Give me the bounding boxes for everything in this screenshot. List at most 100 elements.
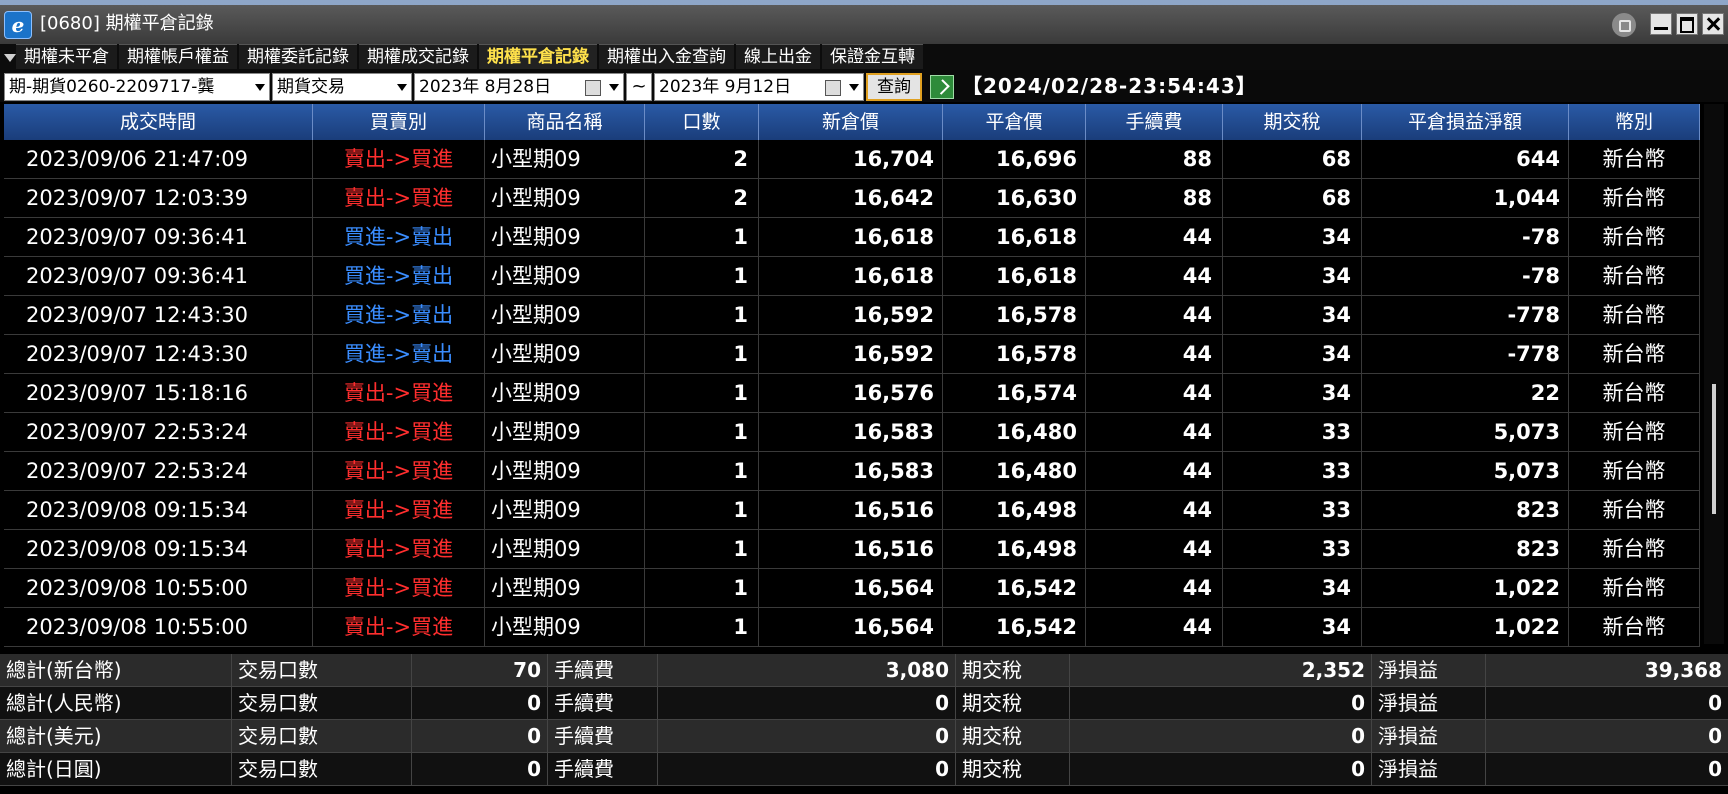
scrollbar-thumb[interactable]	[1712, 384, 1716, 514]
table-cell: 44	[1086, 569, 1223, 607]
tab-3[interactable]: 期權成交記錄	[359, 44, 477, 69]
date-to-picker[interactable]: 2023年 9月12日	[654, 73, 864, 101]
column-header[interactable]: 幣別	[1569, 104, 1700, 140]
table-cell: 新台幣	[1569, 452, 1700, 490]
table-cell: 16,542	[943, 569, 1086, 607]
totals-fee-label: 手續費	[548, 720, 658, 752]
column-header[interactable]: 平倉價	[943, 104, 1086, 140]
calendar-icon	[825, 80, 841, 96]
date-from-picker[interactable]: 2023年 8月28日	[414, 73, 624, 101]
table-row[interactable]: 2023/09/07 22:53:24 賣出->買進 小型期09 1 16,583 16,…	[4, 452, 1700, 491]
table-cell: 買進->賣出	[313, 257, 485, 295]
table-cell: 1	[645, 374, 759, 412]
totals-label: 總計(日圓)	[0, 753, 232, 785]
totals-tax: 0	[1070, 687, 1372, 719]
tab-7[interactable]: 保證金互轉	[822, 44, 923, 69]
table-cell: 買進->賣出	[313, 218, 485, 256]
table-cell: 34	[1223, 335, 1362, 373]
table-cell: 16,574	[943, 374, 1086, 412]
table-cell: 新台幣	[1569, 608, 1700, 646]
table-row[interactable]: 2023/09/07 09:36:41 買進->賣出 小型期09 1 16,618 16,…	[4, 218, 1700, 257]
table-cell: 44	[1086, 218, 1223, 256]
column-header[interactable]: 買賣別	[313, 104, 485, 140]
table-cell: 16,704	[759, 140, 943, 178]
column-header[interactable]: 手續費	[1086, 104, 1223, 140]
tab-6[interactable]: 線上出金	[736, 44, 820, 69]
tab-4[interactable]: 期權平倉記錄	[479, 44, 597, 69]
table-cell: 68	[1223, 140, 1362, 178]
vertical-scrollbar[interactable]	[1704, 104, 1724, 644]
column-header[interactable]: 期交稅	[1223, 104, 1362, 140]
table-cell: 小型期09	[485, 413, 645, 451]
table-cell: 新台幣	[1569, 374, 1700, 412]
account-select-value: 期-期貨0260-2209717-龔	[9, 77, 215, 97]
query-button[interactable]: 查詢	[866, 73, 922, 101]
totals-qty: 0	[412, 753, 548, 785]
column-header[interactable]: 成交時間	[4, 104, 313, 140]
column-header[interactable]: 新倉價	[759, 104, 943, 140]
table-cell: 新台幣	[1569, 530, 1700, 568]
tab-2[interactable]: 期權委託記錄	[239, 44, 357, 69]
totals-fee: 0	[658, 720, 956, 752]
table-cell: 44	[1086, 413, 1223, 451]
table-cell: 2023/09/08 10:55:00	[4, 569, 313, 607]
totals-row: 總計(人民幣) 交易口數 0 手續費 0 期交稅 0 淨損益 0	[0, 687, 1728, 720]
totals-fee-label: 手續費	[548, 687, 658, 719]
totals-row: 總計(日圓) 交易口數 0 手續費 0 期交稅 0 淨損益 0	[0, 753, 1728, 786]
table-cell: 小型期09	[485, 608, 645, 646]
table-row[interactable]: 2023/09/07 12:43:30 買進->賣出 小型期09 1 16,592 16,…	[4, 335, 1700, 374]
table-row[interactable]: 2023/09/08 10:55:00 賣出->買進 小型期09 1 16,564 16,…	[4, 608, 1700, 647]
table-cell: 1,022	[1362, 608, 1569, 646]
table-cell: 16,696	[943, 140, 1086, 178]
restore-popout-icon[interactable]	[1612, 13, 1636, 37]
table-cell: 新台幣	[1569, 413, 1700, 451]
tab-5[interactable]: 期權出入金查詢	[599, 44, 734, 69]
table-cell: 2023/09/08 09:15:34	[4, 530, 313, 568]
tab-1[interactable]: 期權帳戶權益	[119, 44, 237, 69]
table-row[interactable]: 2023/09/06 21:47:09 賣出->買進 小型期09 2 16,704 16,…	[4, 140, 1700, 179]
table-cell: 2023/09/07 22:53:24	[4, 452, 313, 490]
table-cell: 16,564	[759, 608, 943, 646]
table-cell: 小型期09	[485, 335, 645, 373]
table-cell: 33	[1223, 452, 1362, 490]
table-cell: 賣出->買進	[313, 140, 485, 178]
table-row[interactable]: 2023/09/07 12:43:30 買進->賣出 小型期09 1 16,592 16,…	[4, 296, 1700, 335]
table-cell: 2023/09/07 12:43:30	[4, 296, 313, 334]
table-row[interactable]: 2023/09/07 09:36:41 買進->賣出 小型期09 1 16,618 16,…	[4, 257, 1700, 296]
totals-net-label: 淨損益	[1372, 720, 1486, 752]
table-cell: 賣出->買進	[313, 608, 485, 646]
trade-type-select[interactable]: 期貨交易	[272, 73, 412, 101]
tab-0[interactable]: 期權未平倉	[16, 44, 117, 69]
table-cell: 16,583	[759, 413, 943, 451]
totals-net: 0	[1708, 757, 1722, 781]
table-row[interactable]: 2023/09/07 12:03:39 賣出->買進 小型期09 2 16,642 16,…	[4, 179, 1700, 218]
date-to-value: 2023年 9月12日	[659, 77, 792, 97]
table-cell: 新台幣	[1569, 569, 1700, 607]
table-cell: 68	[1223, 179, 1362, 217]
close-button[interactable]	[1702, 13, 1724, 35]
totals-tax: 0	[1070, 753, 1372, 785]
minimize-button[interactable]	[1650, 13, 1672, 35]
column-header[interactable]: 平倉損益淨額	[1362, 104, 1569, 140]
chevron-down-icon	[849, 84, 859, 91]
table-cell: 16,498	[943, 530, 1086, 568]
totals-row: 總計(新台幣) 交易口數 70 手續費 3,080 期交稅 2,352 淨損益 39,368	[0, 654, 1728, 687]
table-row[interactable]: 2023/09/08 09:15:34 賣出->買進 小型期09 1 16,516 16,…	[4, 491, 1700, 530]
tab-menu-arrow-icon[interactable]	[4, 54, 16, 62]
table-row[interactable]: 2023/09/08 10:55:00 賣出->買進 小型期09 1 16,564 16,…	[4, 569, 1700, 608]
table-row[interactable]: 2023/09/07 15:18:16 賣出->買進 小型期09 1 16,576 16,…	[4, 374, 1700, 413]
column-header[interactable]: 口數	[645, 104, 759, 140]
table-cell: 2023/09/07 09:36:41	[4, 218, 313, 256]
table-cell: 16,642	[759, 179, 943, 217]
export-excel-icon[interactable]	[930, 75, 954, 99]
table-row[interactable]: 2023/09/07 22:53:24 賣出->買進 小型期09 1 16,583 16,…	[4, 413, 1700, 452]
totals-net: 0	[1708, 691, 1722, 715]
column-header[interactable]: 商品名稱	[485, 104, 645, 140]
table-cell: 16,630	[943, 179, 1086, 217]
table-row[interactable]: 2023/09/08 09:15:34 賣出->買進 小型期09 1 16,516 16,…	[4, 530, 1700, 569]
table-cell: 5,073	[1362, 452, 1569, 490]
maximize-button[interactable]	[1676, 13, 1698, 35]
account-select[interactable]: 期-期貨0260-2209717-龔	[4, 73, 270, 101]
table-cell: 33	[1223, 530, 1362, 568]
table-cell: 44	[1086, 491, 1223, 529]
